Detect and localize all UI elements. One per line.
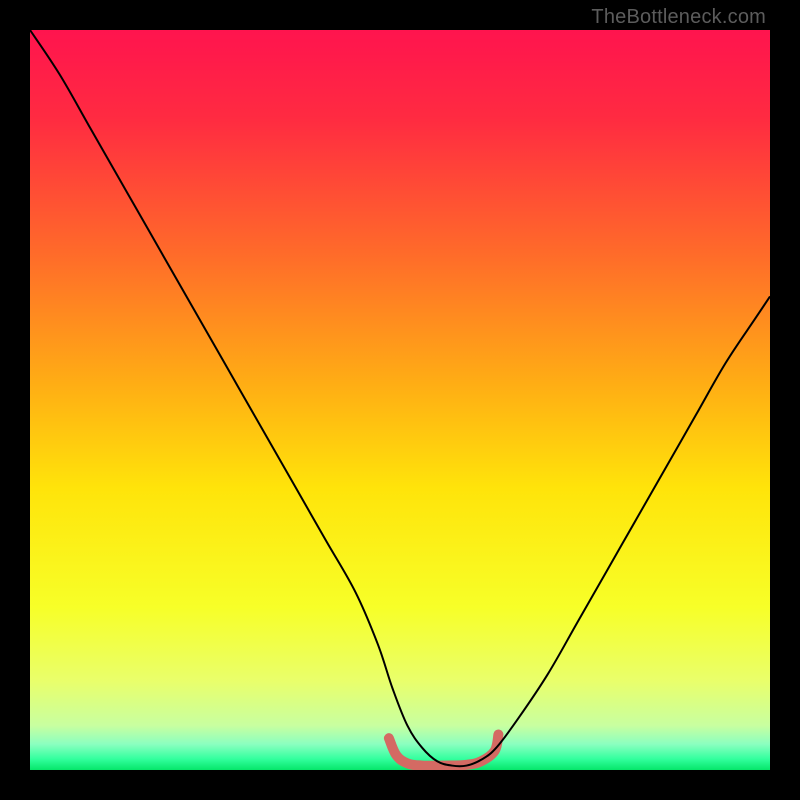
plot-area: [30, 30, 770, 770]
curve-layer: [30, 30, 770, 770]
watermark-text: TheBottleneck.com: [591, 6, 766, 29]
chart-frame: TheBottleneck.com: [0, 0, 800, 800]
bottleneck-curve: [30, 30, 770, 766]
sweet-spot-marker: [389, 734, 499, 765]
